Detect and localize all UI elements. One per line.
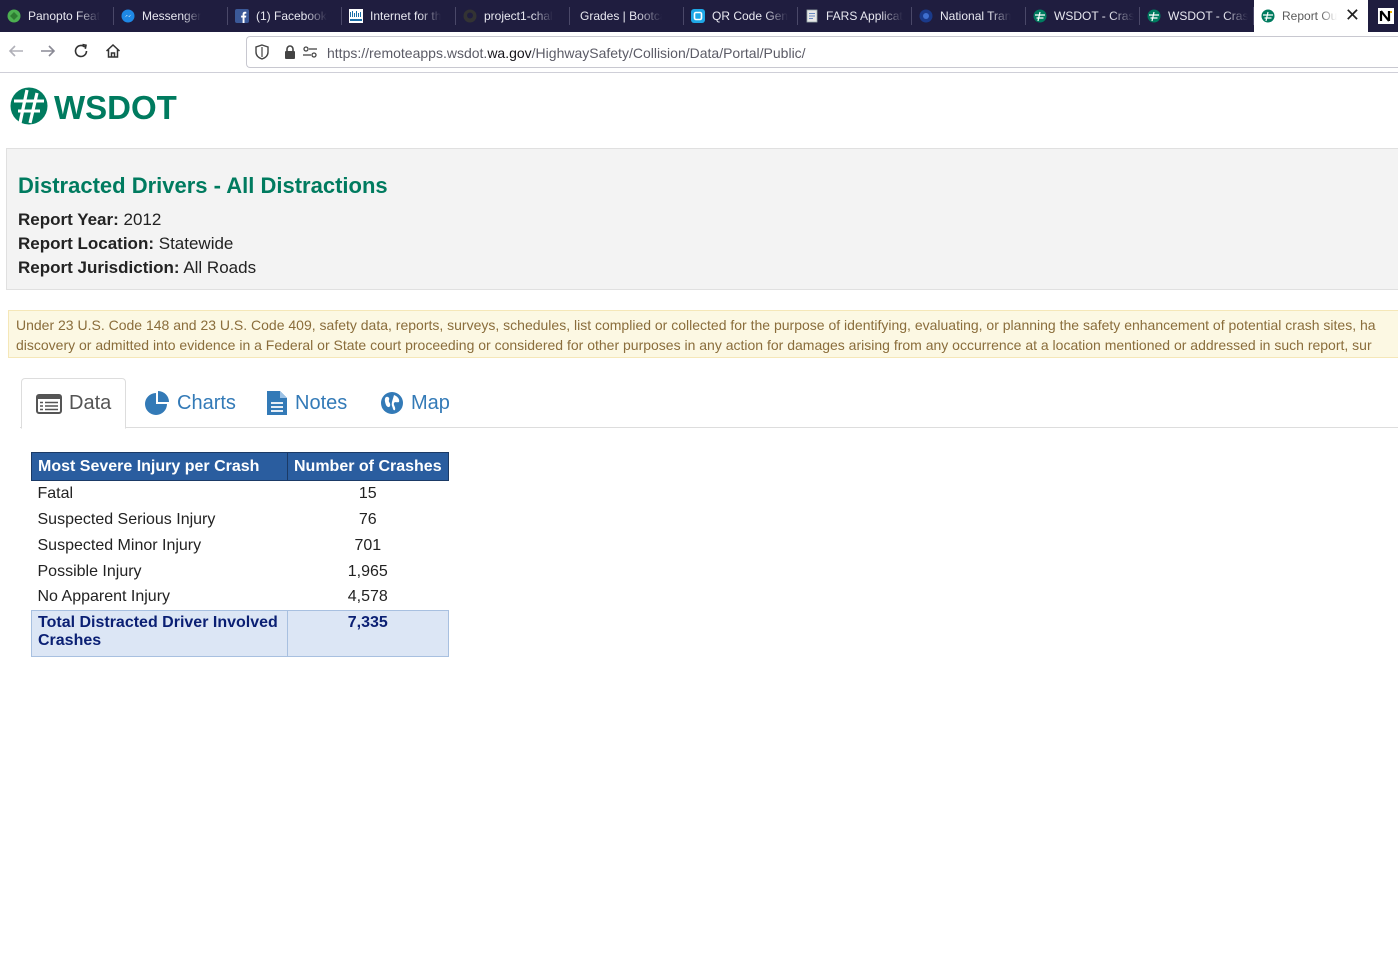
- report-jurisdiction: Report Jurisdiction: All Roads: [18, 258, 257, 277]
- report-tabs: Data Charts Notes Map: [20, 378, 1398, 429]
- tab-data[interactable]: Data: [21, 378, 127, 429]
- arrow-left-icon: [7, 42, 25, 65]
- reload-button[interactable]: [69, 41, 93, 65]
- injury-cell: No Apparent Injury: [37, 588, 171, 606]
- browser-tab[interactable]: WSDOT - Cras: [1140, 0, 1254, 32]
- browser-tab-strip: Panopto Feat Messenger (1) Facebook Inte…: [0, 0, 1398, 32]
- count-cell: 76: [358, 510, 377, 528]
- count-cell: 1,965: [347, 562, 388, 580]
- browser-tab[interactable]: project1-chal: [456, 0, 570, 32]
- url-bar[interactable]: https://remoteapps.wsdot.wa.gov/HighwayS…: [246, 36, 1398, 68]
- browser-tab[interactable]: (1) Facebook: [228, 0, 342, 32]
- browser-tab[interactable]: [1368, 0, 1398, 32]
- wsdot-icon: [1260, 8, 1276, 24]
- wsdot-logo-text: WSDOT: [54, 89, 177, 126]
- nhtsa-icon: [918, 8, 934, 24]
- tab-map[interactable]: Map: [366, 378, 464, 428]
- cisco-icon: [348, 8, 364, 24]
- close-icon[interactable]: ✕: [1345, 6, 1360, 24]
- browser-tab[interactable]: Messenger: [114, 0, 228, 32]
- table-row: Suspected Serious Injury 76: [32, 507, 449, 533]
- table-icon: [36, 393, 62, 415]
- wsdot-logo-icon: [10, 87, 48, 130]
- injury-cell: Possible Injury: [37, 562, 142, 580]
- wsdot-icon: [1146, 8, 1162, 24]
- total-label-cell: Total Distracted Driver Involved Crashes: [31, 610, 288, 657]
- browser-nav-bar: https://remoteapps.wsdot.wa.gov/HighwayS…: [0, 32, 1398, 73]
- browser-tab[interactable]: QR Code Gen: [684, 0, 798, 32]
- injury-cell: Suspected Serious Injury: [37, 510, 216, 528]
- back-button[interactable]: [4, 41, 28, 65]
- table-header-row: Most Severe Injury per Crash Number of C…: [31, 452, 449, 481]
- notion-icon: [1378, 8, 1394, 24]
- document-icon: [266, 390, 288, 416]
- tab-notes[interactable]: Notes: [252, 378, 361, 428]
- injury-cell: Suspected Minor Injury: [37, 536, 202, 554]
- url-text[interactable]: https://remoteapps.wsdot.wa.gov/HighwayS…: [327, 45, 806, 61]
- disclaimer-line: Under 23 U.S. Code 148 and 23 U.S. Code …: [16, 317, 1376, 333]
- globe-icon: [380, 391, 404, 415]
- facebook-icon: [234, 8, 250, 24]
- column-header-injury: Most Severe Injury per Crash: [31, 452, 288, 481]
- reload-icon: [72, 42, 90, 65]
- home-button[interactable]: [101, 41, 125, 65]
- table-row: No Apparent Injury 4,578: [32, 585, 449, 611]
- table-row: Suspected Minor Injury 701: [32, 533, 449, 559]
- injury-cell: Fatal: [37, 484, 74, 502]
- arrow-right-icon: [39, 42, 57, 65]
- disclaimer-line: discovery or admitted into evidence in a…: [16, 337, 1372, 353]
- report-location: Report Location: Statewide: [18, 234, 234, 253]
- browser-tab[interactable]: Grades | Bootcam: [570, 0, 684, 32]
- table-total-row: Total Distracted Driver Involved Crashes…: [31, 610, 449, 657]
- browser-tab[interactable]: Panopto Feat: [0, 0, 114, 32]
- count-cell: 701: [354, 536, 382, 554]
- wsdot-logo[interactable]: WSDOT: [10, 87, 177, 130]
- github-icon: [462, 8, 478, 24]
- wsdot-icon: [1032, 8, 1048, 24]
- browser-tab[interactable]: FARS Applicat: [798, 0, 912, 32]
- browser-tab[interactable]: WSDOT - Cras: [1026, 0, 1140, 32]
- browser-tab-active[interactable]: Report Ou ✕: [1254, 0, 1368, 32]
- permissions-icon[interactable]: [302, 45, 318, 64]
- legal-disclaimer: Under 23 U.S. Code 148 and 23 U.S. Code …: [8, 310, 1398, 358]
- count-cell: 15: [358, 484, 377, 502]
- report-title: Distracted Drivers - All Distractions: [18, 173, 388, 198]
- browser-tab[interactable]: National Tran: [912, 0, 1026, 32]
- home-icon: [104, 42, 122, 65]
- total-value-cell: 7,335: [287, 610, 449, 657]
- table-row: Possible Injury 1,965: [32, 559, 449, 585]
- qr-code-icon: [690, 8, 706, 24]
- tab-charts[interactable]: Charts: [130, 378, 250, 428]
- browser-tab[interactable]: Internet for th: [342, 0, 456, 32]
- table-row: Fatal 15: [32, 481, 449, 507]
- tab-map-label: Map: [411, 391, 450, 414]
- report-year: Report Year: 2012: [18, 210, 162, 229]
- tab-notes-label: Notes: [295, 391, 348, 414]
- tab-charts-label: Charts: [177, 391, 236, 414]
- lock-icon[interactable]: [283, 44, 297, 65]
- crash-data-table: Most Severe Injury per Crash Number of C…: [31, 452, 449, 657]
- count-cell: 4,578: [347, 588, 388, 606]
- document-icon: [804, 8, 820, 24]
- panopto-icon: [6, 8, 22, 24]
- report-header: Distracted Drivers - All Distractions Re…: [6, 148, 1398, 290]
- forward-button[interactable]: [36, 41, 60, 65]
- column-header-crashes: Number of Crashes: [287, 452, 449, 481]
- shield-icon[interactable]: [255, 44, 269, 65]
- messenger-icon: [120, 8, 136, 24]
- pie-chart-icon: [144, 390, 170, 416]
- tab-data-label: Data: [69, 392, 112, 414]
